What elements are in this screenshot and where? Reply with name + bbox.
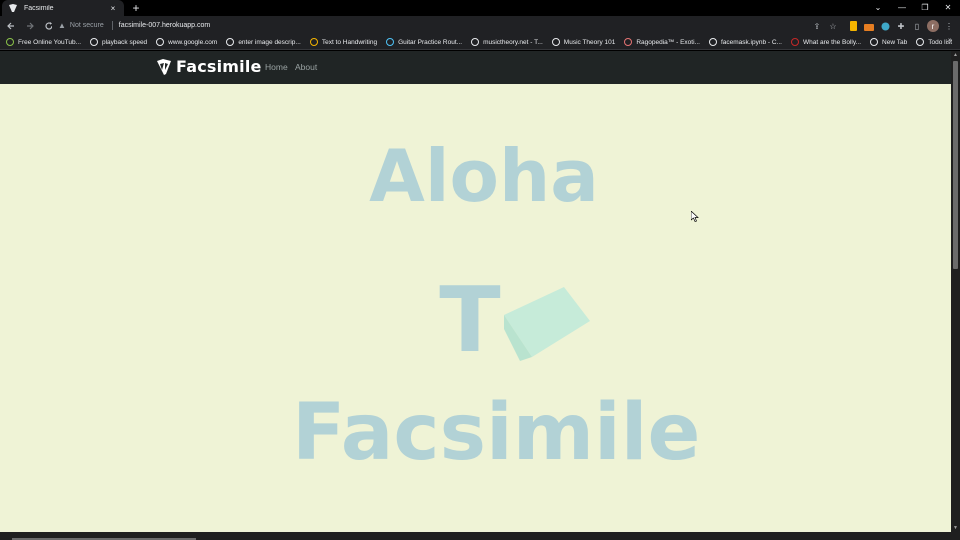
hero-line-t: T	[439, 268, 501, 373]
bookmark-label: enter image descrip...	[238, 38, 301, 46]
nav-about-link[interactable]: About	[295, 62, 317, 72]
mouse-cursor-icon	[691, 211, 699, 222]
new-tab-button[interactable]: +	[130, 1, 142, 15]
bookmark-item[interactable]: Ragopedia™ - Exoti...	[624, 38, 700, 46]
rotating-cube-graphic	[504, 287, 590, 361]
globe-icon	[90, 38, 98, 46]
nav-home-link[interactable]: Home	[265, 62, 288, 72]
site-navbar: Facsimile Home About	[0, 51, 951, 84]
back-icon[interactable]	[3, 18, 19, 34]
minimize-button[interactable]: —	[890, 0, 914, 16]
hero-line-aloha: Aloha	[369, 134, 599, 218]
page-viewport: Facsimile Home About Aloha T Facsimile	[0, 51, 951, 532]
globe-icon	[156, 38, 165, 46]
bookmark-label: Guitar Practice Rout...	[398, 38, 463, 46]
bookmark-label: Text to Handwriting	[321, 38, 378, 46]
bookmark-label: Ragopedia™ - Exoti...	[636, 38, 700, 46]
page-icon	[551, 38, 560, 46]
warning-icon[interactable]: ▲	[58, 21, 66, 30]
bookmark-item[interactable]: Text to Handwriting	[309, 38, 378, 46]
close-window-button[interactable]: ✕	[936, 0, 960, 16]
vertical-scrollbar[interactable]: ▲ ▼	[951, 51, 960, 532]
globe-icon	[708, 38, 717, 46]
handwriting-icon	[309, 38, 318, 46]
tab-close-icon[interactable]: ×	[108, 4, 118, 13]
extension-note-icon[interactable]	[847, 20, 859, 32]
hero-line-facsimile: Facsimile	[292, 388, 701, 478]
todo-icon	[916, 38, 925, 46]
tab-search-icon[interactable]: ⌄	[866, 0, 890, 16]
address-bar[interactable]: ▲ Not secure facsimile-007.herokuapp.com	[52, 18, 844, 33]
horizontal-scrollbar[interactable]	[0, 532, 960, 540]
bookmarks-bar: Free Online YouTub... playback speed www.g…	[0, 35, 960, 50]
site-brand[interactable]: Facsimile	[156, 57, 262, 76]
not-secure-label: Not secure	[69, 22, 104, 29]
bookmark-item[interactable]: What are the Bolly...	[791, 38, 861, 46]
globe-icon	[870, 38, 879, 46]
bookmark-star-icon[interactable]: ☆	[827, 20, 839, 32]
tab-strip: Facsimile × + ⌄ — ❐ ✕	[0, 0, 960, 16]
bookmark-item[interactable]: enter image descrip...	[226, 38, 301, 46]
bookmark-item[interactable]: Guitar Practice Rout...	[386, 38, 462, 46]
bookmarks-overflow-icon[interactable]: »	[948, 37, 952, 44]
bookmark-item[interactable]: playback speed	[90, 38, 147, 46]
extension-briefcase-icon[interactable]	[863, 20, 875, 32]
menu-kebab-icon[interactable]: ⋮	[943, 20, 955, 32]
bookmark-label: musictheory.net - T...	[483, 38, 543, 46]
facsimile-favicon-icon	[8, 3, 18, 13]
youtube-to-mp3-icon	[6, 38, 14, 46]
profile-avatar[interactable]: r	[927, 20, 939, 32]
bookmark-label: playback speed	[102, 38, 148, 46]
globe-icon	[226, 38, 235, 46]
guitar-icon	[386, 38, 395, 46]
bookmark-label: What are the Bolly...	[803, 38, 862, 46]
bookmark-label: New Tab	[882, 38, 908, 46]
share-icon[interactable]: ⇪	[811, 20, 823, 32]
ragopedia-icon	[624, 38, 633, 46]
forward-icon[interactable]	[22, 18, 38, 34]
tab-facsimile[interactable]: Facsimile ×	[2, 0, 124, 16]
omnibox-divider	[111, 21, 113, 30]
bookmark-item[interactable]: Music Theory 101	[551, 38, 616, 46]
extensions-puzzle-icon[interactable]: ✚	[895, 20, 907, 32]
scroll-up-icon[interactable]: ▲	[951, 51, 960, 59]
music-icon	[471, 38, 480, 46]
extension-globe-icon[interactable]	[879, 20, 891, 32]
bookmark-item[interactable]: New Tab	[870, 38, 907, 46]
bookmark-item[interactable]: musictheory.net - T...	[471, 38, 543, 46]
tab-title: Facsimile	[24, 4, 54, 12]
quora-icon	[791, 38, 799, 46]
browser-toolbar: ▲ Not secure facsimile-007.herokuapp.com…	[0, 16, 960, 35]
bookmark-item[interactable]: Todo list	[916, 38, 952, 46]
url-text[interactable]: facsimile-007.herokuapp.com	[119, 22, 210, 29]
bookmark-label: www.google.com	[168, 38, 218, 46]
facsimile-logo-icon	[157, 58, 171, 75]
bookmark-label: Free Online YouTub...	[18, 38, 81, 46]
bookmark-label: Music Theory 101	[563, 38, 616, 46]
bookmark-item[interactable]: facemask.ipynb - C...	[708, 38, 782, 46]
vertical-scroll-thumb[interactable]	[953, 61, 958, 269]
side-panel-icon[interactable]: ▯	[911, 20, 923, 32]
restore-button[interactable]: ❐	[913, 0, 937, 16]
bookmark-item[interactable]: www.google.com	[156, 38, 217, 46]
bookmark-label: facemask.ipynb - C...	[720, 38, 782, 46]
scroll-down-icon[interactable]: ▼	[951, 524, 960, 532]
bookmark-item[interactable]: Free Online YouTub...	[6, 38, 81, 46]
brand-name: Facsimile	[176, 57, 262, 76]
